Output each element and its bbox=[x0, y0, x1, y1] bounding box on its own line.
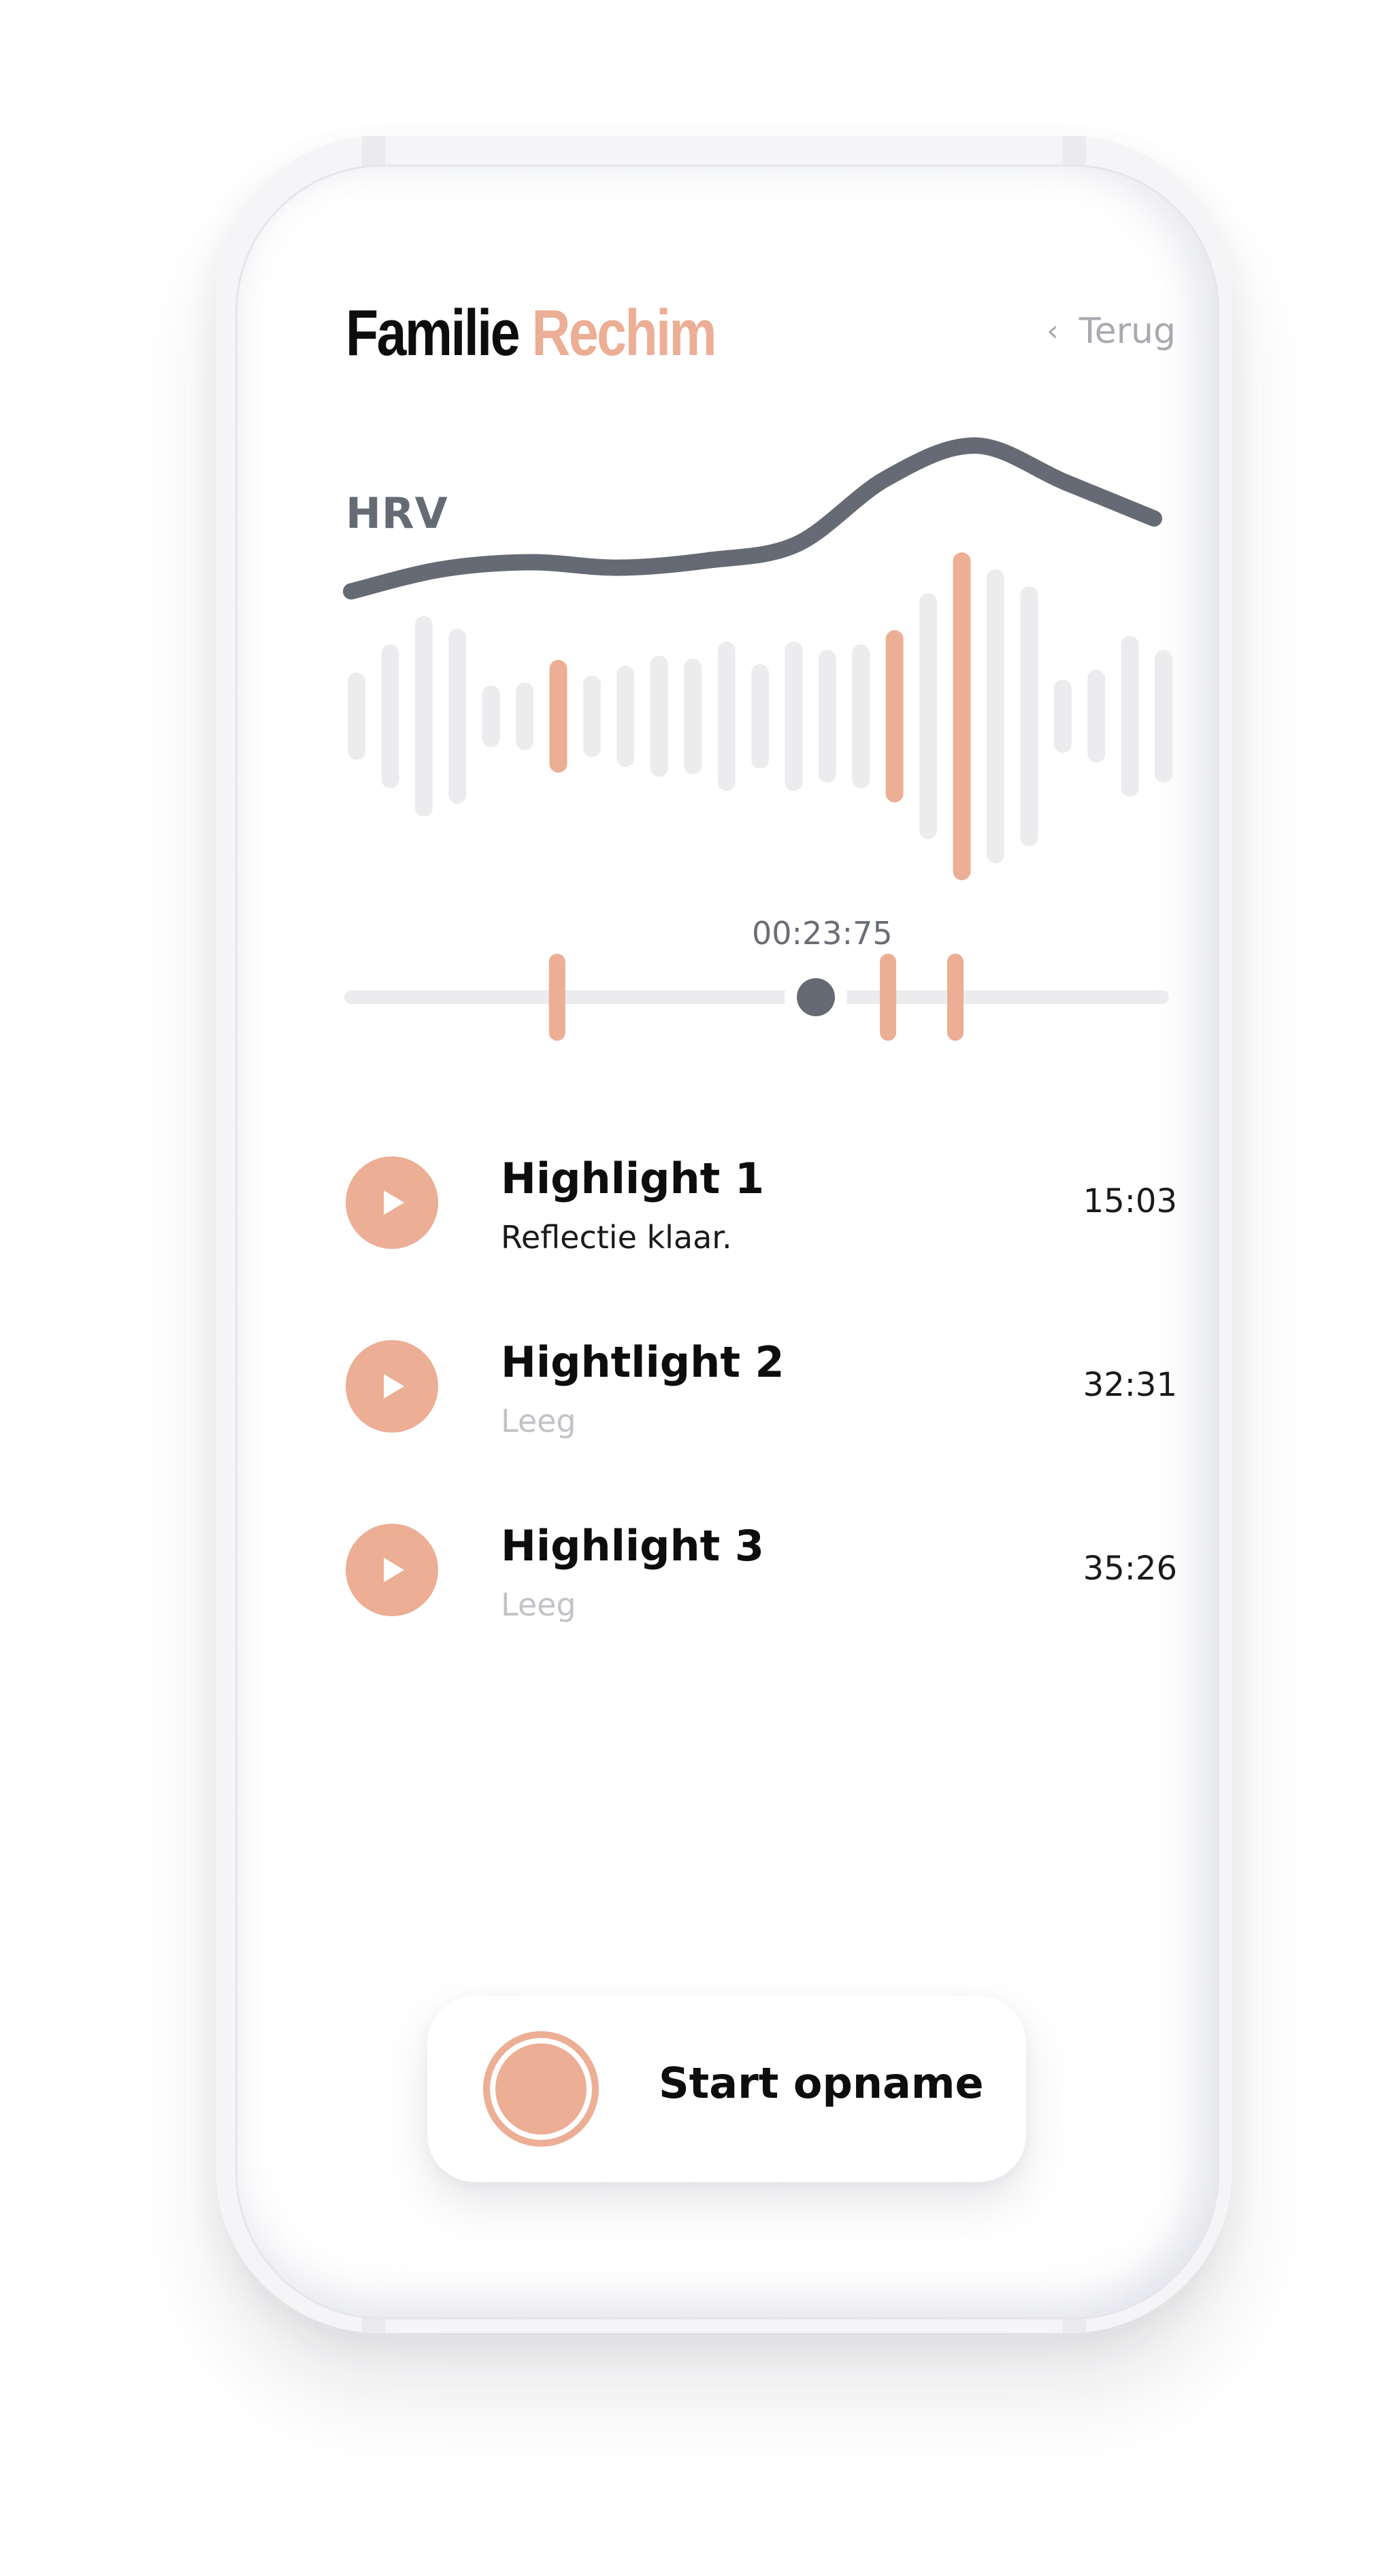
highlight-subtitle: Leeg bbox=[501, 1403, 576, 1439]
highlight-time: 15:03 bbox=[1083, 1182, 1177, 1220]
list-item[interactable]: Highlight 1 Reflectie klaar. 15:03 bbox=[346, 1154, 1177, 1340]
play-icon bbox=[384, 1374, 404, 1399]
start-recording-button[interactable]: Start opname bbox=[427, 1996, 1026, 2182]
highlight-subtitle: Leeg bbox=[501, 1586, 576, 1623]
highlight-title: Highlight 1 bbox=[501, 1154, 765, 1203]
back-button[interactable]: ‹ Terug bbox=[1047, 307, 1176, 355]
play-button[interactable] bbox=[346, 1156, 438, 1249]
back-label: Terug bbox=[1079, 311, 1176, 352]
play-button[interactable] bbox=[346, 1340, 438, 1433]
highlight-subtitle: Reflectie klaar. bbox=[501, 1219, 732, 1256]
bezel-notch bbox=[362, 136, 385, 166]
highlight-list: Highlight 1 Reflectie klaar. 15:03 Hight… bbox=[346, 1154, 1177, 1707]
list-item[interactable]: Highlight 3 Leeg 35:26 bbox=[346, 1521, 1177, 1707]
play-button[interactable] bbox=[346, 1524, 438, 1616]
record-label: Start opname bbox=[659, 2058, 984, 2108]
page-title-accent: Rechim bbox=[531, 297, 717, 369]
highlight-title: Highlight 3 bbox=[501, 1521, 765, 1571]
playback-timestamp: 00:23:75 bbox=[752, 915, 893, 952]
play-icon bbox=[384, 1190, 404, 1215]
highlight-time: 32:31 bbox=[1083, 1366, 1177, 1404]
play-icon bbox=[384, 1558, 404, 1582]
list-item[interactable]: Hightlight 2 Leeg 32:31 bbox=[346, 1337, 1177, 1524]
hrv-label: HRV bbox=[346, 488, 448, 538]
page-title: Familie Rechim bbox=[346, 292, 717, 374]
page-title-main: Familie bbox=[346, 297, 520, 369]
bezel-notch bbox=[1063, 136, 1086, 166]
record-icon bbox=[483, 2031, 599, 2147]
highlight-time: 35:26 bbox=[1083, 1550, 1177, 1588]
chevron-left-icon: ‹ bbox=[1047, 314, 1059, 348]
page-header: Familie Rechim ‹ Terug bbox=[346, 292, 1176, 374]
highlight-title: Hightlight 2 bbox=[501, 1337, 785, 1387]
